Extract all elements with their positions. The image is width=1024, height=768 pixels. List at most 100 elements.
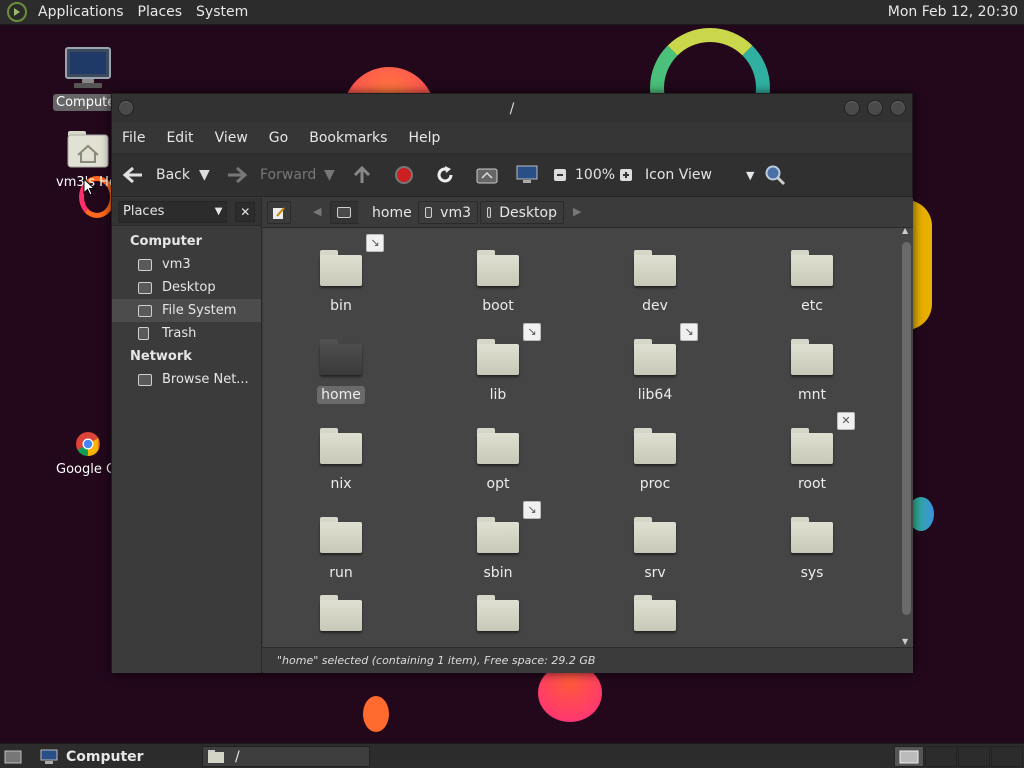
window-menu-button[interactable] [118,100,134,116]
desktop-folder-icon [138,281,152,294]
sidebar-item-file-system[interactable]: File System [112,299,261,322]
back-history-dropdown[interactable]: ▼ [199,167,210,183]
system-menu[interactable]: System [189,4,255,20]
path-scroll-right-button[interactable]: ▶ [573,205,581,218]
file-item-lib[interactable]: ↘ lib [443,323,553,404]
menu-bookmarks[interactable]: Bookmarks [303,130,393,146]
folder-icon [320,595,362,631]
menu-file[interactable]: File [116,130,151,146]
scroll-up-arrow-icon[interactable]: ▲ [902,226,908,235]
file-item-sbin[interactable]: ↘ sbin [443,501,553,582]
file-item-bin[interactable]: ↘ bin [286,234,396,315]
sidebar-item-label: Browse Net... [162,372,249,387]
toggle-location-entry-button[interactable] [267,201,291,224]
menu-help[interactable]: Help [402,130,446,146]
up-button[interactable] [352,165,372,185]
menubar: File Edit View Go Bookmarks Help [112,123,912,153]
path-segment-label: vm3 [440,204,471,221]
file-item-lib64[interactable]: ↘ lib64 [600,323,710,404]
home-button[interactable] [476,166,498,184]
sidebar-mode-select[interactable]: Places ▼ [118,200,228,223]
file-item-proc[interactable]: proc [600,428,710,493]
file-item[interactable] [600,595,710,646]
search-button[interactable] [764,164,786,186]
sidebar-item-label: Desktop [162,280,216,295]
file-item[interactable] [443,595,553,646]
forward-history-dropdown[interactable]: ▼ [324,167,335,183]
back-button[interactable]: Back [122,166,190,184]
applications-menu[interactable]: Applications [31,4,131,20]
maximize-button[interactable] [867,100,883,116]
file-name: root [797,476,827,492]
workspace-switcher-1[interactable] [894,746,924,767]
show-desktop-button[interactable] [4,746,22,767]
folder-icon [320,517,362,553]
menu-go[interactable]: Go [263,130,294,146]
file-item-home[interactable]: home [286,339,396,404]
chrome-icon [76,432,100,456]
folder-icon: ↘ [477,501,541,553]
stop-button[interactable] [394,165,414,185]
taskbar-item-file-manager[interactable]: / [202,746,370,767]
drive-icon [337,207,351,218]
close-button[interactable] [890,100,906,116]
minimize-button[interactable] [844,100,860,116]
chevron-down-icon: ▼ [214,206,223,217]
stop-icon [395,166,413,184]
window-titlebar[interactable]: / [112,94,912,123]
file-item-sys[interactable]: sys [757,517,867,582]
workspace-switcher-2[interactable] [925,746,957,767]
bottom-panel: Computer / [0,743,1024,768]
sidebar-item-trash[interactable]: Trash [112,322,261,345]
workspace-switcher-3[interactable] [958,746,990,767]
path-scroll-left-button[interactable]: ◀ [313,205,321,218]
edit-location-icon [273,206,285,219]
computer-icon [516,165,538,183]
scrollbar-thumb[interactable] [902,242,911,615]
close-sidebar-button[interactable]: ✕ [235,201,255,222]
file-item-opt[interactable]: opt [443,428,553,493]
folder-icon: ↘ [320,234,384,286]
file-item[interactable] [286,595,396,646]
path-segment-vm3[interactable]: vm3 [418,201,478,224]
menu-edit[interactable]: Edit [160,130,199,146]
reload-button[interactable] [435,165,455,185]
clock[interactable]: Mon Feb 12, 20:30 [888,4,1024,20]
window-thumbnail-icon [899,750,919,763]
sidebar-item-browse-network[interactable]: Browse Net... [112,368,261,391]
zoom-level[interactable]: 100% [575,167,615,183]
view-mode-select[interactable]: Icon View ▼ [645,167,754,183]
places-menu[interactable]: Places [131,4,190,20]
file-item-mnt[interactable]: mnt [757,339,867,404]
taskbar-item-label: Computer [66,748,144,765]
forward-button[interactable]: Forward [226,166,316,184]
workspace-switcher-4[interactable] [991,746,1023,767]
path-segment-label: home [372,204,412,221]
path-segment-home[interactable]: home [358,201,414,224]
scroll-down-arrow-icon[interactable]: ▼ [902,637,908,646]
path-segment-label: Desktop [499,204,557,221]
file-item-dev[interactable]: dev [600,250,710,315]
vertical-scrollbar[interactable]: ▲ ▼ [901,226,911,646]
zoom-in-button[interactable] [619,168,633,182]
file-item-srv[interactable]: srv [600,517,710,582]
file-item-root[interactable]: ✕ root [757,412,867,493]
folder-icon: ↘ [477,323,541,375]
distro-logo-icon[interactable] [7,2,27,22]
sidebar-item-desktop[interactable]: Desktop [112,276,261,299]
unreadable-emblem-icon: ✕ [837,412,855,430]
sidebar-item-label: File System [162,303,237,318]
sidebar-item-label: Trash [162,326,197,341]
file-icon-grid: ↘ bin boot dev etc home ↘ lib ↘ lib64 mnt n… [263,228,899,646]
taskbar-item-computer[interactable]: Computer [36,746,196,767]
file-item-nix[interactable]: nix [286,428,396,493]
sidebar-item-vm3[interactable]: vm3 [112,253,261,276]
menu-view[interactable]: View [209,130,254,146]
file-name: home [317,386,365,404]
computer-button[interactable] [516,165,538,185]
zoom-out-button[interactable] [553,168,567,182]
file-item-etc[interactable]: etc [757,250,867,315]
file-item-run[interactable]: run [286,517,396,582]
path-segment-desktop[interactable]: Desktop [480,201,564,224]
file-item-boot[interactable]: boot [443,250,553,315]
